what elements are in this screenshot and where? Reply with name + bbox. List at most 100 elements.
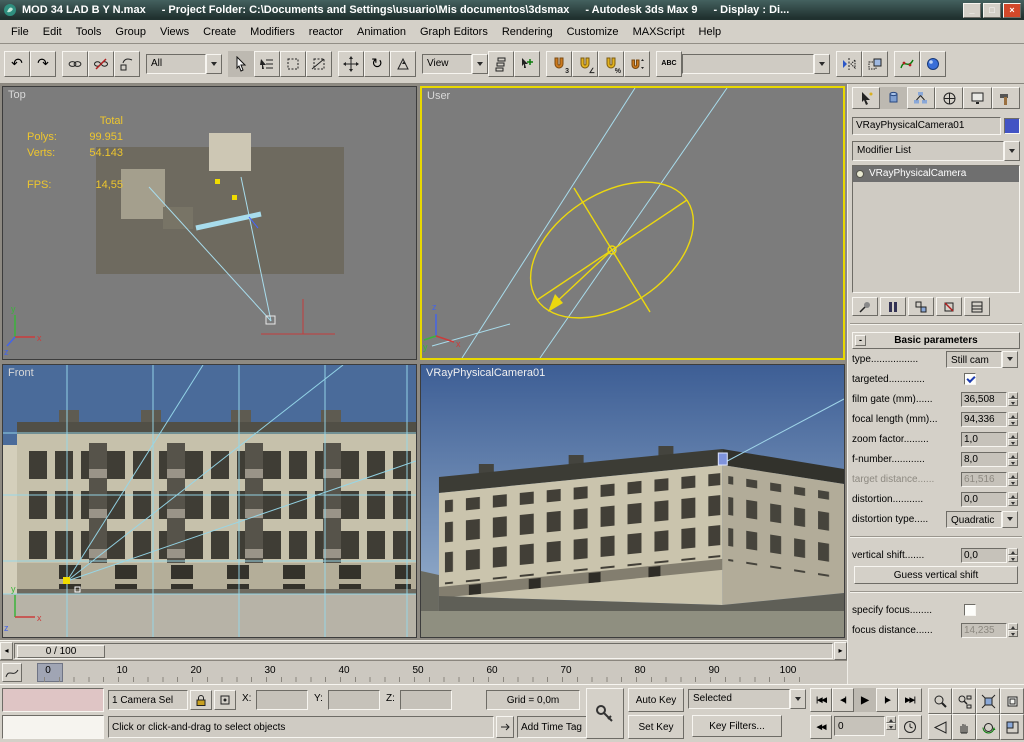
maxscript-mini-listener[interactable] [2,715,104,739]
pan-view-button[interactable] [952,714,976,740]
rectangular-selection-region-button[interactable] [280,50,306,77]
viewport-label[interactable]: Top [8,89,26,101]
menu-item-graph-editors[interactable]: Graph Editors [413,20,495,44]
auto-key-button[interactable]: Auto Key [628,688,684,712]
spinner-arrows[interactable] [1008,548,1018,562]
select-and-link-button[interactable] [62,50,88,77]
curve-editor-button[interactable] [894,50,920,77]
absolute-offset-toggle[interactable] [214,690,236,710]
tab-display[interactable] [963,87,992,109]
current-frame-spinner[interactable]: 0 [834,716,896,736]
guess-vertical-shift-button[interactable]: Guess vertical shift [854,566,1018,584]
zoom-extents-button[interactable] [976,688,1000,714]
reference-coordinate-dropdown[interactable]: View [422,53,488,74]
angle-snap-toggle-button[interactable]: ∠ [572,50,598,77]
select-and-scale-button[interactable] [390,50,416,77]
type-dropdown[interactable]: Still cam [946,350,1018,368]
dropdown-arrow-icon[interactable] [790,689,806,709]
viewport-camera[interactable]: VRayPhysicalCamera01 [420,364,845,638]
window-crossing-toggle[interactable] [306,50,332,77]
menu-item-animation[interactable]: Animation [350,20,413,44]
menu-item-views[interactable]: Views [153,20,196,44]
viewport-front[interactable]: y x z Front [2,364,417,638]
vertical-shift-field[interactable]: 0,0 [961,547,1007,563]
key-filters-button[interactable]: Key Filters... [692,715,782,737]
go-to-start-button[interactable]: |◀◀ [810,688,832,712]
rollout-collapse-icon[interactable]: - [855,335,866,346]
focal-length-field[interactable]: 94,336 [961,411,1007,427]
menu-item-maxscript[interactable]: MAXScript [626,20,692,44]
menu-item-edit[interactable]: Edit [36,20,69,44]
tab-motion[interactable] [934,87,964,109]
align-button[interactable] [862,50,888,77]
key-mode-toggle-button[interactable]: ◀◀ [810,715,832,739]
undo-button[interactable]: ↶ [4,50,30,77]
spinner-arrows[interactable] [1008,392,1018,406]
time-slider-left-arrow[interactable]: ◂ [0,641,13,660]
select-object-button[interactable] [228,50,254,77]
mirror-button[interactable] [836,50,862,77]
object-name-field[interactable]: VRayPhysicalCamera01 [852,117,1001,135]
field-of-view-button[interactable] [928,714,952,740]
play-animation-button[interactable]: ▶ [854,688,876,712]
rollout-basic-parameters[interactable]: - Basic parameters [852,332,1020,349]
time-slider-track[interactable]: 0 / 100 [14,642,833,659]
menu-item-file[interactable]: File [4,20,36,44]
distortion-field[interactable]: 0,0 [961,491,1007,507]
spinner-arrows[interactable] [886,716,896,736]
select-and-rotate-button[interactable]: ↻ [364,50,390,77]
dropdown-arrow-icon[interactable] [206,53,222,74]
spinner-arrows[interactable] [1008,412,1018,426]
bind-to-space-warp-button[interactable] [114,50,140,77]
previous-frame-button[interactable]: ◀| [832,688,854,712]
spinner-arrows[interactable] [1008,452,1018,466]
go-to-end-button[interactable]: ▶▶| [898,688,922,712]
key-mode-dropdown[interactable]: Selected [688,689,806,709]
zoom-button[interactable] [928,688,952,714]
set-key-mode-button[interactable] [586,688,624,739]
minimize-button[interactable]: _ [963,2,981,18]
material-editor-button[interactable] [920,50,946,77]
percent-snap-toggle-button[interactable]: % [598,50,624,77]
use-pivot-point-button[interactable] [488,50,514,77]
dropdown-arrow-icon[interactable] [1004,141,1020,161]
menu-item-help[interactable]: Help [692,20,729,44]
menu-item-create[interactable]: Create [196,20,243,44]
snap-toggle-3d-button[interactable]: 3 [546,50,572,77]
maximize-viewport-toggle[interactable] [1000,714,1024,740]
viewport-label[interactable]: User [427,90,450,102]
viewport-label[interactable]: VRayPhysicalCamera01 [426,367,545,379]
menu-item-modifiers[interactable]: Modifiers [243,20,302,44]
mini-curve-editor-button[interactable] [2,663,22,682]
menu-item-customize[interactable]: Customize [560,20,626,44]
show-end-result-button[interactable] [880,297,906,316]
close-button[interactable]: × [1003,2,1021,18]
y-coordinate-field[interactable] [328,690,380,710]
select-by-name-button[interactable] [254,50,280,77]
modifier-list-dropdown[interactable]: Modifier List [852,141,1020,161]
targeted-checkbox[interactable] [964,373,976,385]
modifier-stack[interactable]: VRayPhysicalCamera [852,165,1020,293]
menu-item-rendering[interactable]: Rendering [495,20,560,44]
dropdown-arrow-icon[interactable] [1002,510,1018,528]
maximize-button[interactable]: □ [983,2,1001,18]
specify-focus-checkbox[interactable] [964,604,976,616]
selection-filter-dropdown[interactable]: All [146,53,222,74]
tab-hierarchy[interactable] [906,87,935,109]
make-unique-button[interactable] [908,297,934,316]
viewport-label[interactable]: Front [8,367,34,379]
time-slider-handle[interactable]: 0 / 100 [17,644,105,658]
time-slider-right-arrow[interactable]: ▸ [834,641,847,660]
zoom-factor-field[interactable]: 1,0 [961,431,1007,447]
remove-modifier-button[interactable] [936,297,962,316]
viewport-top[interactable]: y x z Top Total Polys: 99.951 Verts: 54.14… [2,86,417,360]
status-arrows-icon[interactable] [496,716,514,738]
menu-item-tools[interactable]: Tools [69,20,109,44]
tab-utilities[interactable] [991,87,1020,109]
zoom-all-button[interactable] [952,688,976,714]
unlink-selection-button[interactable] [88,50,114,77]
select-and-move-button[interactable] [338,50,364,77]
edit-named-selections-button[interactable]: ABC [656,50,682,77]
modifier-stack-item[interactable]: VRayPhysicalCamera [853,166,1019,182]
spinner-arrows[interactable] [1008,492,1018,506]
